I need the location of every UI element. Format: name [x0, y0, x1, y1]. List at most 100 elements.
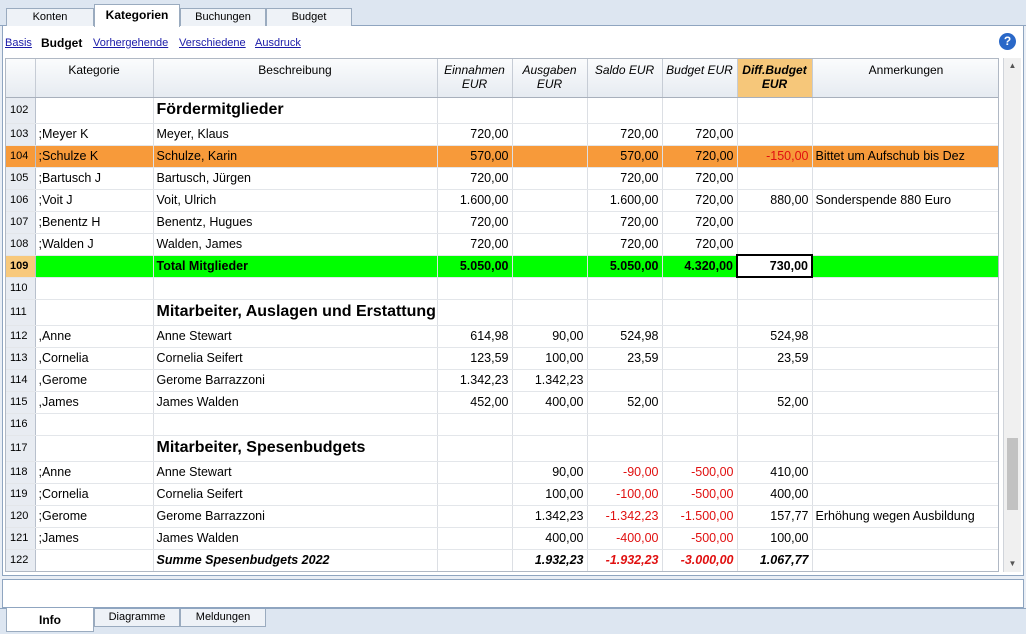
- scroll-down-icon[interactable]: ▼: [1004, 556, 1021, 572]
- table-row[interactable]: 109 Total Mitglieder 5.050,00 5.050,00 4.320…: [6, 254, 998, 278]
- cell-diff-budget[interactable]: 880,00: [737, 189, 813, 212]
- table-row[interactable]: 115 ,James James Walden 452,00 400,00 52,00 52…: [6, 391, 998, 414]
- cell-anmerkungen[interactable]: [812, 211, 998, 234]
- table-row[interactable]: 112 ,Anne Anne Stewart 614,98 90,00 524,98 524…: [6, 325, 998, 348]
- cell-saldo[interactable]: [587, 413, 663, 436]
- cell-diff-budget[interactable]: 524,98: [737, 325, 813, 348]
- cell-beschreibung[interactable]: Benentz, Hugues: [153, 211, 438, 234]
- cell-ausgaben[interactable]: [512, 435, 588, 462]
- header-budget[interactable]: Budget EUR: [662, 59, 738, 98]
- cell-kategorie[interactable]: [35, 413, 154, 436]
- cell-einnahmen[interactable]: [437, 505, 513, 528]
- scrollbar-thumb[interactable]: [1007, 438, 1018, 510]
- cell-budget[interactable]: [662, 277, 738, 300]
- tab-budget[interactable]: Budget: [266, 8, 352, 26]
- tab-info[interactable]: Info: [6, 608, 94, 632]
- cell-beschreibung[interactable]: Total Mitglieder: [153, 255, 438, 278]
- cell-saldo[interactable]: 23,59: [587, 347, 663, 370]
- cell-einnahmen[interactable]: [437, 461, 513, 484]
- cell-einnahmen[interactable]: 5.050,00: [437, 255, 513, 278]
- row-number[interactable]: 104: [6, 145, 36, 168]
- table-row[interactable]: 111 Mitarbeiter, Auslagen und Erstattung: [6, 299, 998, 326]
- cell-diff-budget[interactable]: 1.067,77: [737, 549, 813, 571]
- table-row[interactable]: 122 Summe Spesenbudgets 2022 1.932,23 -1.93…: [6, 549, 998, 571]
- cell-diff-budget[interactable]: 23,59: [737, 347, 813, 370]
- cell-budget[interactable]: 4.320,00: [662, 255, 738, 278]
- cell-saldo[interactable]: 52,00: [587, 391, 663, 414]
- cell-kategorie[interactable]: ;Meyer K: [35, 123, 154, 146]
- cell-saldo[interactable]: [587, 369, 663, 392]
- table-row[interactable]: 119 ;Cornelia Cornelia Seifert 100,00 -100,0…: [6, 483, 998, 506]
- cell-diff-budget[interactable]: 410,00: [737, 461, 813, 484]
- cell-einnahmen[interactable]: 720,00: [437, 211, 513, 234]
- cell-einnahmen[interactable]: 1.342,23: [437, 369, 513, 392]
- cell-anmerkungen[interactable]: [812, 527, 998, 550]
- cell-kategorie[interactable]: ;Schulze K: [35, 145, 154, 168]
- row-number[interactable]: 122: [6, 549, 36, 571]
- table-row[interactable]: 117 Mitarbeiter, Spesenbudgets: [6, 435, 998, 462]
- cell-beschreibung[interactable]: Mitarbeiter, Auslagen und Erstattung: [153, 299, 438, 326]
- cell-diff-budget[interactable]: [737, 369, 813, 392]
- cell-saldo[interactable]: 720,00: [587, 211, 663, 234]
- cell-saldo[interactable]: 1.600,00: [587, 189, 663, 212]
- cell-kategorie[interactable]: ;Gerome: [35, 505, 154, 528]
- table-row[interactable]: 114 ,Gerome Gerome Barrazzoni 1.342,23 1.342…: [6, 369, 998, 392]
- cell-anmerkungen[interactable]: Erhöhung wegen Ausbildung: [812, 505, 998, 528]
- cell-ausgaben[interactable]: 100,00: [512, 347, 588, 370]
- cell-saldo[interactable]: -400,00: [587, 527, 663, 550]
- cell-saldo[interactable]: -100,00: [587, 483, 663, 506]
- cell-beschreibung[interactable]: Mitarbeiter, Spesenbudgets: [153, 435, 438, 462]
- tab-diagramme[interactable]: Diagramme: [94, 609, 180, 627]
- cell-saldo[interactable]: [587, 299, 663, 326]
- cell-budget[interactable]: 720,00: [662, 123, 738, 146]
- cell-beschreibung[interactable]: Gerome Barrazzoni: [153, 505, 438, 528]
- cell-ausgaben[interactable]: [512, 211, 588, 234]
- row-number[interactable]: 119: [6, 483, 36, 506]
- cell-kategorie[interactable]: [35, 299, 154, 326]
- help-icon[interactable]: ?: [999, 33, 1016, 50]
- cell-diff-budget[interactable]: 52,00: [737, 391, 813, 414]
- cell-saldo[interactable]: 5.050,00: [587, 255, 663, 278]
- row-number[interactable]: 116: [6, 413, 36, 436]
- table-row[interactable]: 120 ;Gerome Gerome Barrazzoni 1.342,23 -1.34…: [6, 505, 998, 528]
- cell-diff-budget[interactable]: 730,00: [736, 254, 813, 278]
- cell-kategorie[interactable]: ,Gerome: [35, 369, 154, 392]
- cell-anmerkungen[interactable]: [812, 549, 998, 571]
- cell-kategorie[interactable]: ;Anne: [35, 461, 154, 484]
- cell-saldo[interactable]: 720,00: [587, 233, 663, 256]
- cell-einnahmen[interactable]: [437, 549, 513, 571]
- cell-einnahmen[interactable]: 614,98: [437, 325, 513, 348]
- cell-kategorie[interactable]: [35, 97, 154, 124]
- view-budget-current[interactable]: Budget: [41, 36, 82, 50]
- cell-kategorie[interactable]: [35, 435, 154, 462]
- row-number[interactable]: 111: [6, 299, 36, 326]
- cell-kategorie[interactable]: [35, 549, 154, 571]
- cell-ausgaben[interactable]: [512, 277, 588, 300]
- row-number[interactable]: 103: [6, 123, 36, 146]
- cell-anmerkungen[interactable]: [812, 461, 998, 484]
- cell-beschreibung[interactable]: Anne Stewart: [153, 325, 438, 348]
- cell-budget[interactable]: 720,00: [662, 189, 738, 212]
- view-ausdruck-link[interactable]: Ausdruck: [255, 37, 301, 49]
- cell-kategorie[interactable]: [35, 277, 154, 300]
- cell-ausgaben[interactable]: 1.932,23: [512, 549, 588, 571]
- cell-einnahmen[interactable]: 570,00: [437, 145, 513, 168]
- table-row[interactable]: 116: [6, 413, 998, 436]
- cell-beschreibung[interactable]: Schulze, Karin: [153, 145, 438, 168]
- cell-beschreibung[interactable]: James Walden: [153, 391, 438, 414]
- cell-ausgaben[interactable]: [512, 167, 588, 190]
- cell-ausgaben[interactable]: [512, 189, 588, 212]
- cell-ausgaben[interactable]: 400,00: [512, 391, 588, 414]
- cell-beschreibung[interactable]: [153, 277, 438, 300]
- cell-einnahmen[interactable]: 123,59: [437, 347, 513, 370]
- cell-budget[interactable]: [662, 97, 738, 124]
- cell-einnahmen[interactable]: 720,00: [437, 123, 513, 146]
- table-row[interactable]: 113 ,Cornelia Cornelia Seifert 123,59 100,00…: [6, 347, 998, 370]
- cell-saldo[interactable]: [587, 435, 663, 462]
- row-number[interactable]: 112: [6, 325, 36, 348]
- cell-saldo[interactable]: 570,00: [587, 145, 663, 168]
- tab-kategorien[interactable]: Kategorien: [94, 4, 180, 27]
- cell-diff-budget[interactable]: [737, 211, 813, 234]
- cell-beschreibung[interactable]: Meyer, Klaus: [153, 123, 438, 146]
- cell-einnahmen[interactable]: [437, 97, 513, 124]
